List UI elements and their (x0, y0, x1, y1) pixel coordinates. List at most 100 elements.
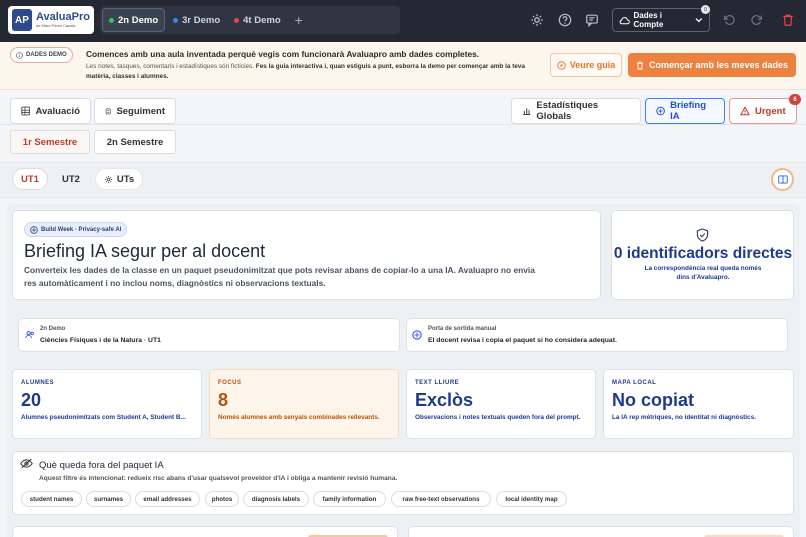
class-context-card (18, 318, 400, 352)
logo-mark: AP (12, 9, 32, 31)
urgent-count-badge: 6 (789, 94, 801, 105)
bar-chart-icon (523, 108, 531, 116)
stat-value: 20 (21, 390, 42, 410)
book-icon (777, 175, 788, 184)
exit-gate-title: Porta de sortida manual (428, 326, 497, 332)
tab-seguiment[interactable]: Seguiment (94, 98, 176, 124)
divider (0, 124, 806, 125)
excluded-chip: family information (313, 491, 386, 507)
demo-tab-strip: 2n Demo 3r Demo 4t Demo + (100, 6, 400, 34)
demo-tab-label: 3r Demo (182, 14, 221, 26)
help-icon[interactable] (558, 13, 572, 27)
stat-description: Només alumnes amb senyals combinades rel… (218, 414, 380, 421)
excluded-chip: email addresses (135, 491, 200, 507)
stat-description: La IA rep mètriques, no identitat ni dia… (612, 414, 756, 421)
tab-label: Seguiment (116, 105, 165, 117)
tab-1r-semestre[interactable]: 1r Semestre (10, 130, 90, 154)
tab-label: Avaluació (35, 105, 80, 117)
demo-data-badge: DADES DEMO (10, 47, 73, 63)
trash-icon[interactable] (781, 13, 795, 27)
book-button[interactable] (771, 168, 794, 191)
view-guide-button[interactable]: Veure guia (550, 53, 622, 77)
stat-description: Alumnes pseudonimitzats com Student A, S… (21, 414, 186, 421)
status-dot (173, 17, 179, 23)
status-dot (109, 17, 114, 23)
excluded-chip: student names (21, 491, 82, 507)
demo-tab-label: 2n Demo (118, 14, 159, 26)
shield-icon (412, 330, 422, 340)
eye-off-icon (20, 458, 33, 469)
tab-ut2[interactable]: UT2 (53, 168, 89, 190)
logo-subtitle: de Marc Pérez Casals (35, 23, 76, 28)
app-logo[interactable]: AP AvaluaPro de Marc Pérez Casals (8, 6, 94, 34)
tab-label: UTs (116, 173, 135, 185)
demo-tab-4t[interactable]: 4t Demo (228, 8, 286, 32)
start-own-data-button[interactable]: Començar amb les meves dades (628, 53, 796, 77)
compass-icon (557, 60, 566, 70)
excluded-chip: raw free-text observations (391, 491, 491, 507)
shield-check-icon (656, 106, 665, 116)
class-name: 2n Demo (40, 326, 66, 332)
excluded-chip: photos (205, 491, 239, 507)
tab-label: Estadístiques Globals (536, 100, 599, 122)
account-button[interactable]: Dades i Compte (612, 8, 710, 32)
settings-icon[interactable] (530, 13, 544, 27)
excluded-title: Què queda fora del paquet IA (39, 460, 164, 471)
tab-label: Briefing IA (670, 100, 707, 122)
stat-value: No copiat (612, 390, 695, 410)
status-dot (234, 17, 240, 23)
stat-value: Exclòs (415, 390, 474, 410)
shield-check-icon (696, 228, 709, 242)
banner-title: Comences amb una aula inventada perquè v… (86, 49, 480, 59)
tab-avaluacio[interactable]: Avaluació (10, 98, 91, 124)
guide-label: Veure guia (569, 60, 616, 70)
excluded-chip: diagnosis labels (243, 491, 309, 507)
users-icon (25, 331, 34, 339)
account-label: Dades i Compte (633, 11, 664, 29)
exit-gate-card (406, 318, 788, 352)
undo-icon[interactable] (722, 13, 736, 27)
page-title: Briefing IA segur per al docent (24, 241, 266, 261)
messages-icon[interactable] (585, 13, 599, 27)
info-icon (16, 51, 23, 59)
tab-ut1[interactable]: UT1 (12, 168, 48, 190)
chevron-down-icon (695, 18, 703, 23)
shield-icon (30, 225, 38, 234)
excluded-chip: surnames (86, 491, 131, 507)
stat-label: MAPA LOCAL (612, 380, 657, 386)
class-subject: Ciències Físiques i de la Natura · UT1 (40, 337, 161, 344)
excluded-subtitle: Aquest filtre és intencionat: redueix ri… (39, 475, 398, 482)
demo-badge-label: DADES DEMO (26, 52, 67, 58)
demo-tab-2n[interactable]: 2n Demo (102, 8, 166, 32)
trash-icon (636, 61, 643, 70)
clipboard-icon (105, 108, 111, 115)
demo-tab-3r[interactable]: 3r Demo (167, 8, 226, 32)
start-label: Començar amb les meves dades (648, 60, 789, 70)
page-subtitle: Converteix les dades de la classe en un … (24, 265, 535, 288)
account-badge: 0 (701, 5, 710, 14)
identifiers-description: La correspondència real queda només dins… (644, 265, 762, 281)
tab-label: Urgent (755, 105, 786, 117)
tab-2n-semestre[interactable]: 2n Semestre (94, 130, 176, 154)
stat-label: FOCUS (218, 380, 242, 386)
grid-icon (21, 106, 31, 116)
redo-icon[interactable] (750, 13, 764, 27)
identifiers-value: 0 identificadors directes (613, 245, 793, 262)
build-week-label: Build Week · Privacy-safe AI (41, 226, 122, 233)
tab-urgent[interactable]: Urgent (729, 98, 797, 124)
exit-gate-text: El docent revisa i copia el paquet si ho… (428, 337, 617, 344)
build-week-badge: Build Week · Privacy-safe AI (24, 222, 128, 237)
add-tab-icon[interactable]: + (289, 12, 309, 28)
tab-uts[interactable]: UTs (95, 168, 143, 190)
stat-value: 8 (218, 390, 229, 410)
tab-estadistiques[interactable]: Estadístiques Globals (511, 98, 641, 124)
stat-label: ALUMNES (21, 380, 55, 386)
stat-label: TEXT LLIURE (415, 380, 460, 386)
demo-tab-label: 4t Demo (243, 14, 281, 26)
logo-name: AvaluaPro (35, 11, 90, 23)
warning-icon (740, 106, 750, 116)
banner-text: Les notes, tasques, comentaris i estadís… (86, 62, 531, 82)
cloud-icon (619, 16, 630, 24)
tab-briefing-ia[interactable]: Briefing IA (645, 98, 725, 124)
settings-icon (104, 175, 113, 183)
